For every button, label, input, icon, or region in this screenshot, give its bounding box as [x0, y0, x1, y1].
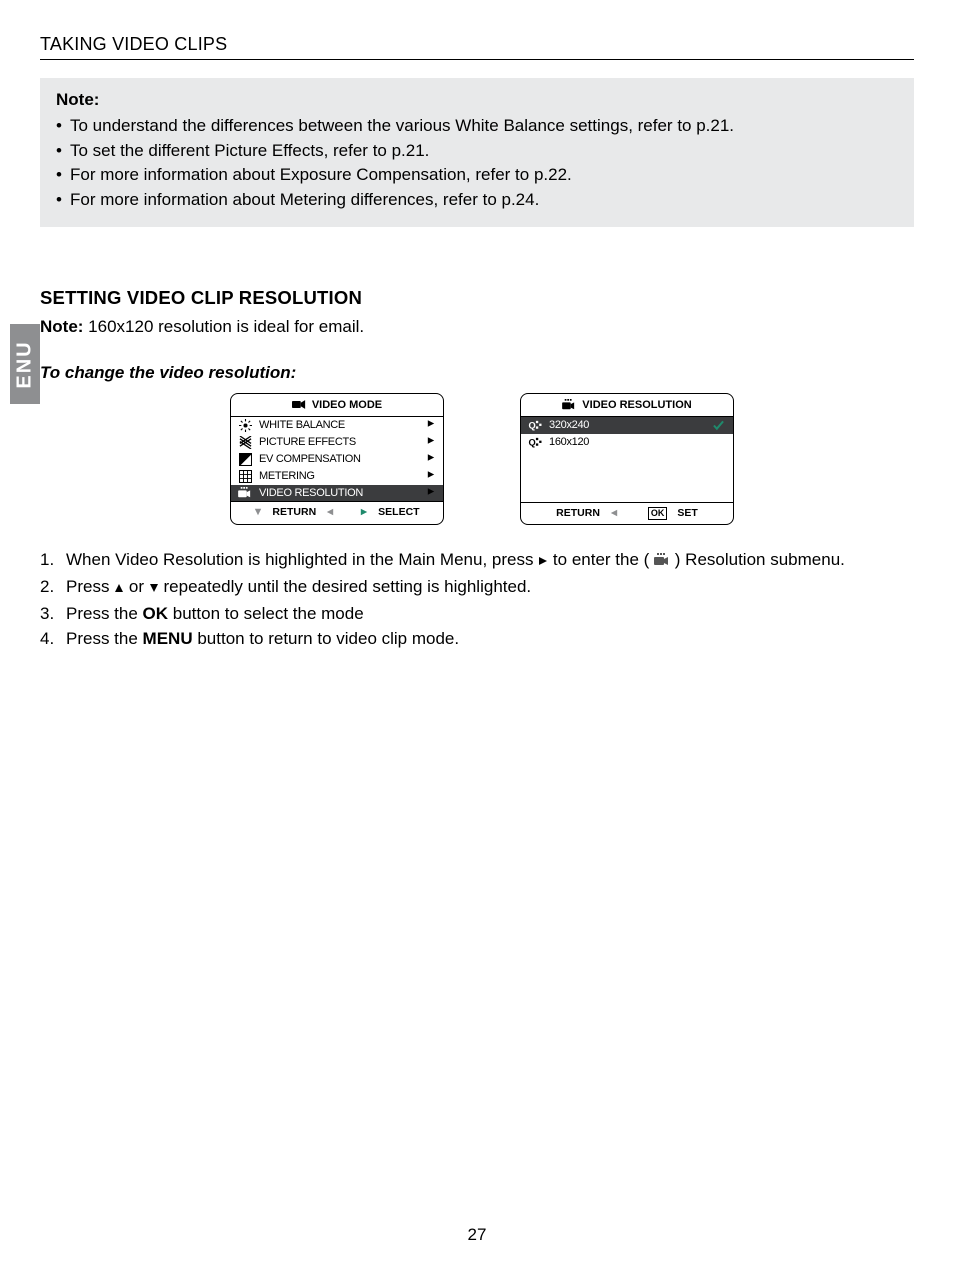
- triangle-down-icon: [149, 575, 159, 601]
- quality-icon: [527, 419, 543, 432]
- note-item: To understand the differences between th…: [70, 114, 898, 139]
- vres-icon: [237, 487, 253, 499]
- ev-icon: [237, 453, 253, 466]
- triangle-left-icon: [326, 508, 334, 516]
- ok-badge: OK: [648, 507, 668, 520]
- page-number: 27: [0, 1225, 954, 1245]
- triangle-up-icon: [114, 575, 124, 601]
- menu-item-ev-compensation[interactable]: EV COMPENSATION: [231, 451, 443, 468]
- footer-set: SET: [677, 507, 697, 519]
- footer-return: RETURN: [556, 507, 600, 519]
- side-tab: ENU: [10, 324, 40, 404]
- camera-menu-header: VIDEO MODE: [231, 394, 443, 417]
- menu-item-white-balance[interactable]: WHITE BALANCE: [231, 417, 443, 434]
- note-item: For more information about Metering diff…: [70, 188, 898, 213]
- quality-icon: [527, 436, 543, 449]
- step-4: Press the MENU button to return to video…: [40, 626, 914, 652]
- footer-return: RETURN: [272, 506, 316, 518]
- note-box: Note: To understand the differences betw…: [40, 78, 914, 227]
- check-icon: [713, 420, 725, 431]
- triangle-down-icon: [254, 508, 262, 516]
- chevron-right-icon: [425, 470, 435, 482]
- side-tab-label: ENU: [14, 340, 37, 388]
- subhead: To change the video resolution:: [40, 363, 914, 383]
- triangle-left-icon: [610, 509, 618, 517]
- chevron-right-icon: [425, 436, 435, 448]
- step-2: Press or repeatedly until the desired se…: [40, 574, 914, 601]
- resolution-item-160x120[interactable]: 160x120: [521, 434, 733, 451]
- camera-menu-header: VIDEO RESOLUTION: [521, 394, 733, 417]
- footer-select: SELECT: [378, 506, 419, 518]
- wb-icon: [237, 419, 253, 432]
- step-3: Press the OK button to select the mode: [40, 601, 914, 627]
- menu-item-metering[interactable]: METERING: [231, 468, 443, 485]
- menu-item-picture-effects[interactable]: PICTURE EFFECTS: [231, 434, 443, 451]
- chevron-right-icon: [425, 453, 435, 465]
- vres-icon: [562, 399, 576, 411]
- video-mode-icon: [292, 399, 306, 410]
- camera-menu-title: VIDEO RESOLUTION: [582, 399, 691, 411]
- triangle-right-icon: [538, 548, 548, 574]
- meter-icon: [237, 470, 253, 483]
- note-inline: Note: 160x120 resolution is ideal for em…: [40, 317, 914, 337]
- chevron-right-icon: [425, 419, 435, 431]
- instruction-list: When Video Resolution is highlighted in …: [40, 547, 914, 652]
- fx-icon: [237, 436, 253, 449]
- triangle-right-icon: [360, 508, 368, 516]
- note-label: Note:: [56, 90, 898, 110]
- camera-menu-title: VIDEO MODE: [312, 399, 382, 411]
- note-item: To set the different Picture Effects, re…: [70, 139, 898, 164]
- resolution-item-320x240[interactable]: 320x240: [521, 417, 733, 434]
- chevron-right-icon: [425, 487, 435, 499]
- section-title: TAKING VIDEO CLIPS: [40, 34, 914, 60]
- heading-resolution: SETTING VIDEO CLIP RESOLUTION: [40, 287, 914, 309]
- step-1: When Video Resolution is highlighted in …: [40, 547, 914, 575]
- note-item: For more information about Exposure Comp…: [70, 163, 898, 188]
- menu-item-video-resolution[interactable]: VIDEO RESOLUTION: [231, 485, 443, 501]
- vres-icon: [654, 549, 670, 575]
- camera-menu-footer: RETURN OK SET: [521, 502, 733, 524]
- camera-menu-video-mode: VIDEO MODE WHITE BALANCE PICTURE EFFECTS…: [230, 393, 444, 525]
- camera-menu-footer: RETURN SELECT: [231, 501, 443, 522]
- camera-menu-video-resolution: VIDEO RESOLUTION 320x240 160x120 RETU: [520, 393, 734, 525]
